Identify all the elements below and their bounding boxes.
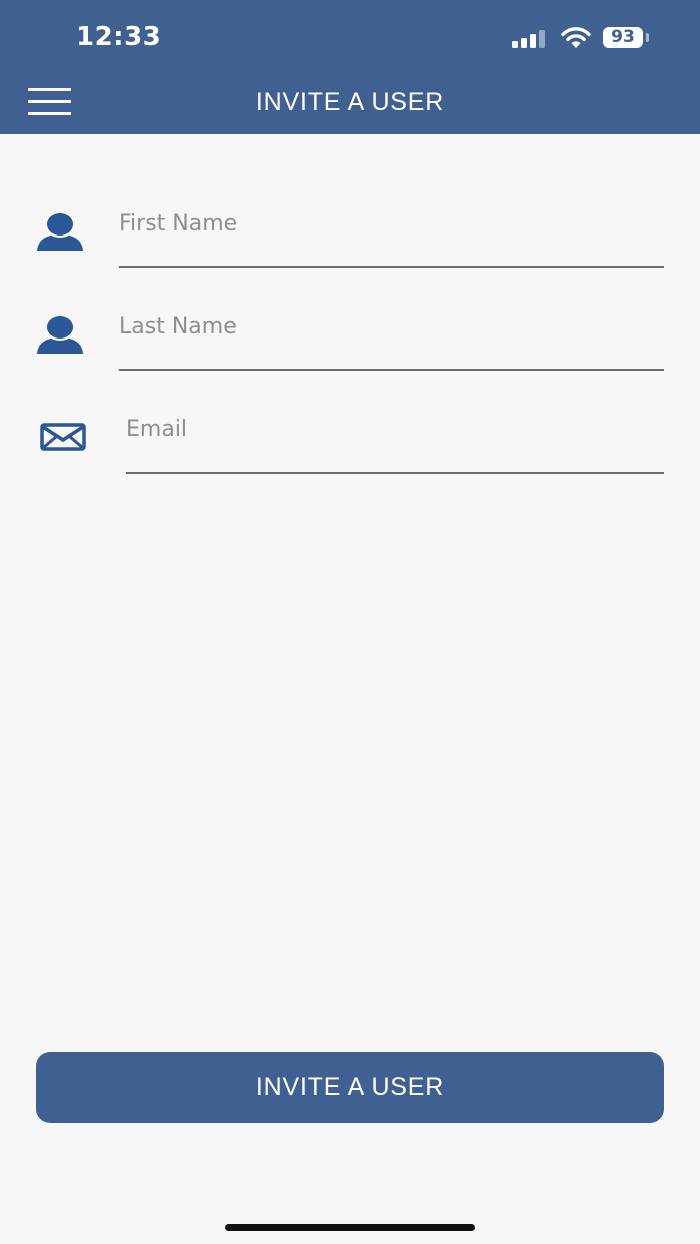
battery-cap [646,33,649,42]
first-name-underline [119,266,664,268]
email-field [126,410,664,474]
top-app-bar: 12:33 93 INVITE A USER [0,0,700,134]
last-name-underline [119,369,664,371]
invite-user-button[interactable]: INVITE A USER [36,1052,664,1123]
first-name-person-icon [37,213,83,251]
status-time: 12:33 [76,22,162,52]
envelope-icon [40,423,86,451]
first-name-field [119,204,664,268]
cellular-signal-icon [512,30,548,48]
email-input[interactable] [126,410,664,472]
home-indicator [225,1224,475,1231]
last-name-person-icon [37,316,83,354]
page-title: INVITE A USER [255,88,445,116]
email-underline [126,472,664,474]
wifi-icon [561,27,591,48]
last-name-field [119,307,664,371]
first-name-input[interactable] [119,204,664,266]
last-name-input[interactable] [119,307,664,369]
battery-indicator: 93 [603,27,643,48]
